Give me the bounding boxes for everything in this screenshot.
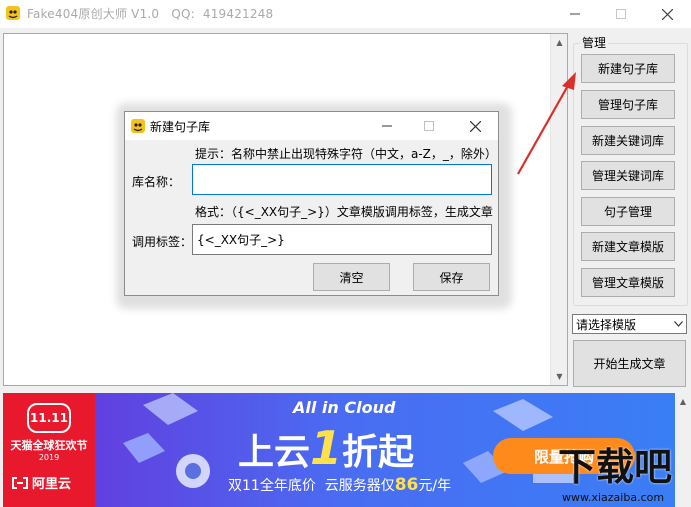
headline-part-a: 上云 xyxy=(238,432,311,473)
close-button[interactable] xyxy=(647,0,687,28)
scroll-up-icon[interactable]: ▲ xyxy=(551,34,568,51)
manage-keyword-lib-button[interactable]: 管理关键词库 xyxy=(581,161,675,190)
lib-name-label: 库名称： xyxy=(132,175,181,189)
call-tag-label: 调用标签： xyxy=(132,235,193,249)
site-watermark: 下载吧 www.xiazaiba.com xyxy=(550,445,691,507)
headline-discount: 1 xyxy=(310,421,343,475)
window-title: Fake404原创大师 V1.0 QQ: 419421248 xyxy=(27,7,274,21)
dialog-title: 新建句子库 xyxy=(150,120,211,134)
annotation-arrow-icon xyxy=(517,72,576,175)
banner-scroll-up-icon[interactable]: ▲ xyxy=(675,393,691,410)
close-icon xyxy=(661,8,673,20)
banner-headline-en: All in Cloud xyxy=(293,398,396,417)
headline-part-c: 折起 xyxy=(342,432,415,473)
sentence-manage-button[interactable]: 句子管理 xyxy=(581,197,675,226)
dialog-logo-icon xyxy=(131,119,145,133)
manage-sentence-lib-button[interactable]: 管理句子库 xyxy=(581,90,675,119)
aliyun-logo: 阿里云 xyxy=(11,473,71,492)
maximize-icon xyxy=(616,9,626,19)
chevron-down-icon xyxy=(674,321,683,327)
subline-price: 86 xyxy=(394,475,419,495)
banner-headline-cn: 上云 1 折起 xyxy=(238,421,414,475)
aliyun-icon xyxy=(12,476,28,489)
app-logo-icon xyxy=(6,6,20,20)
new-article-template-button[interactable]: 新建文章模版 xyxy=(581,232,675,261)
manage-article-template-button[interactable]: 管理文章模版 xyxy=(581,268,675,297)
dialog-hint: 提示：名称中禁止出现特殊字符（中文，a-Z，_，除外） xyxy=(195,147,497,161)
minimize-button[interactable] xyxy=(555,0,595,28)
dialog-minimize-button[interactable] xyxy=(367,112,407,140)
tmall-year: 2019 xyxy=(38,453,60,462)
tmall-11-icon: 11.11 xyxy=(27,403,71,433)
dialog-close-button[interactable] xyxy=(455,112,495,140)
aliyun-text: 阿里云 xyxy=(32,477,72,492)
call-tag-input[interactable]: {<_XX句子_>} xyxy=(192,224,492,255)
new-sentence-lib-dialog: 新建句子库 提示：名称中禁止出现特殊字符（中文，a-Z，_，除外） 库名称： 格… xyxy=(124,111,499,296)
template-select-value: 请选择模版 xyxy=(576,317,637,332)
tmall-badge: 11.11 天猫全球狂欢节 2019 阿里云 xyxy=(3,393,95,507)
minimize-icon xyxy=(382,125,392,127)
lib-name-input[interactable] xyxy=(192,164,492,195)
banner-subline: 双11全年底价 云服务器仅 86 元/年 xyxy=(228,475,451,495)
group-label: 管理 xyxy=(580,34,609,51)
new-keyword-lib-button[interactable]: 新建关键词库 xyxy=(581,126,675,155)
template-select[interactable]: 请选择模版 xyxy=(572,314,687,334)
clear-button[interactable]: 清空 xyxy=(313,263,390,291)
scroll-down-icon[interactable]: ▼ xyxy=(551,368,568,385)
subline-text-b: 元/年 xyxy=(418,478,452,494)
tmall-title: 天猫全球狂欢节 xyxy=(10,439,88,452)
generate-article-button[interactable]: 开始生成文章 xyxy=(573,340,686,387)
minimize-icon xyxy=(570,13,580,15)
dialog-format-note: 格式：（{<_XX句子_>}）文章模版调用标签，生成文章 xyxy=(195,205,493,219)
new-sentence-lib-button[interactable]: 新建句子库 xyxy=(581,54,675,83)
maximize-button[interactable] xyxy=(601,0,641,28)
subline-text-a: 双11全年底价 云服务器仅 xyxy=(228,478,395,494)
dialog-maximize-button[interactable] xyxy=(409,112,449,140)
watermark-url: www.xiazaiba.com xyxy=(562,491,665,504)
maximize-icon xyxy=(424,121,434,131)
save-button[interactable]: 保存 xyxy=(413,263,490,291)
close-icon xyxy=(469,120,481,132)
watermark-cn: 下载吧 xyxy=(558,445,673,489)
